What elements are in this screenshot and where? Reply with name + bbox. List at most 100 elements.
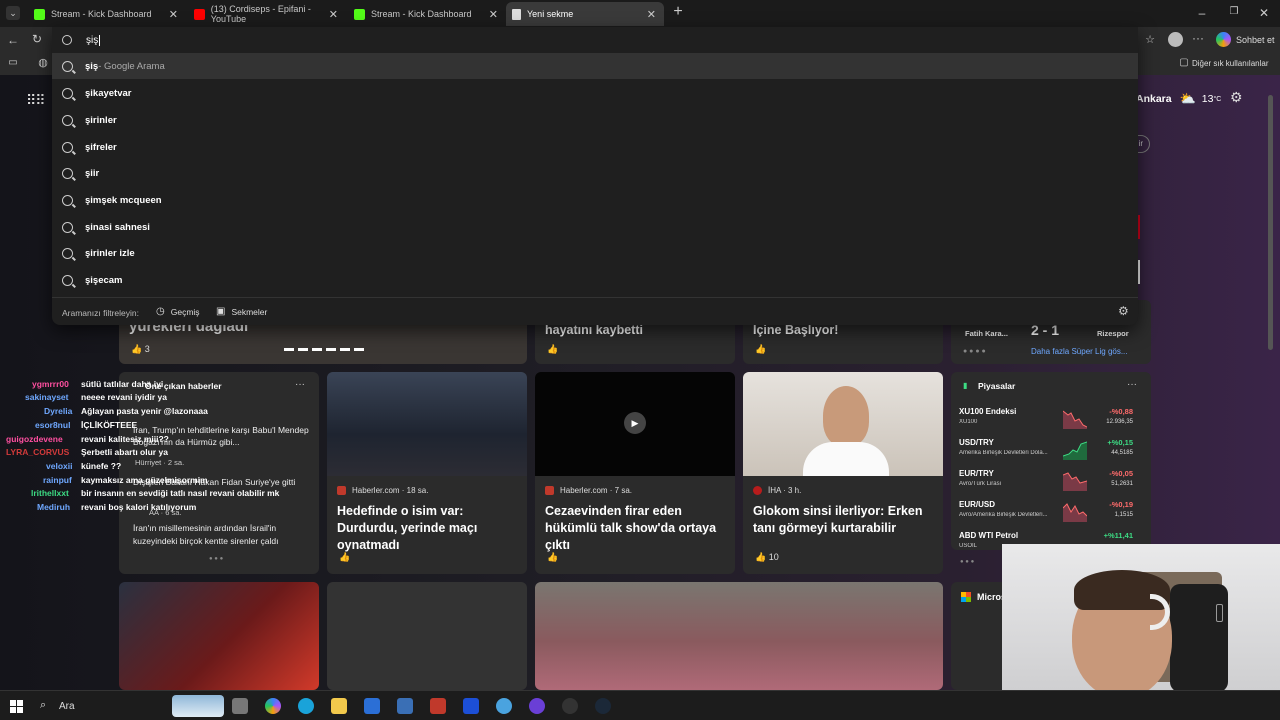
filter-tabs-button[interactable]: ▣ Sekmeler	[216, 306, 267, 317]
omnibox-input[interactable]: şiş	[62, 27, 101, 53]
copilot-icon[interactable]	[1216, 32, 1231, 47]
apps-grid-icon[interactable]: ⠿⠿	[26, 92, 45, 109]
market-row[interactable]: XU100 Endeksi XU100 -%0,88 12.936,35	[951, 405, 1141, 435]
kick-icon	[34, 8, 45, 20]
meta-icon[interactable]	[463, 698, 479, 714]
minimize-icon[interactable]: –	[1196, 6, 1208, 20]
suggestion-text: şiş	[85, 60, 99, 72]
white-coat-shape	[803, 442, 889, 476]
close-icon[interactable]: ✕	[647, 8, 656, 21]
featured-item-text[interactable]: İran'ın misillemesinin ardından İsrail'i…	[133, 522, 313, 548]
file-explorer-icon[interactable]	[331, 698, 347, 714]
like-button[interactable]: 👍	[547, 344, 558, 355]
search-icon	[62, 114, 73, 126]
news-card[interactable]: Haberler.com · 18 sa. Hedefinde o isim v…	[327, 372, 527, 574]
suggestion-suffix: - Google Arama	[98, 60, 165, 72]
edge-icon[interactable]	[298, 698, 314, 714]
market-row[interactable]: EUR/TRY Avro/Türk Lirası -%0,05 51,2631	[951, 467, 1141, 497]
chat-username: sakinayset	[25, 392, 69, 402]
taskbar-search-label[interactable]: Ara	[59, 701, 75, 712]
outlook-icon[interactable]	[397, 698, 413, 714]
chat-message: revani boş kalori katılıyorum	[81, 502, 197, 512]
markets-card[interactable]: ▮ Piyasalar ··· XU100 Endeksi XU100 -%0,…	[951, 372, 1151, 550]
suggestion-item[interactable]: şirinler izle	[62, 240, 135, 266]
tab-kick-2[interactable]: Stream - Kick Dashboard ✕	[348, 2, 506, 26]
play-icon[interactable]: ▶	[624, 412, 646, 434]
close-icon[interactable]: ✕	[169, 8, 178, 21]
news-card-photo[interactable]	[119, 582, 319, 690]
page-settings-gear-icon[interactable]: ⚙	[1230, 89, 1243, 106]
more-super-lig-link[interactable]: Daha fazla Süper Lig gös...	[1031, 347, 1128, 356]
news-card[interactable]: İHA · 3 h. Glokom sinsi ilerliyor: Erken…	[743, 372, 943, 574]
obs-icon[interactable]	[562, 698, 578, 714]
market-value: 1,1515	[1114, 512, 1133, 518]
tab-new-tab[interactable]: Yeni sekme ✕	[506, 2, 664, 26]
settings-gear-icon[interactable]: ⚙	[1118, 304, 1129, 318]
tab-youtube[interactable]: (13) Cordiseps - Epifani - YouTube ✕	[188, 2, 346, 26]
suggestion-item[interactable]: şifreler	[62, 134, 117, 160]
page-scrollbar[interactable]	[1268, 95, 1273, 350]
globe-icon[interactable]: ◍	[36, 56, 50, 69]
team-right: Rizespor	[1097, 329, 1129, 338]
favorites-star-icon[interactable]: ☆	[1143, 33, 1157, 46]
market-row[interactable]: USD/TRY Amerika Birleşik Devletleri Dola…	[951, 436, 1141, 466]
news-title: Cezaevinden firar eden hükümlü talk show…	[545, 504, 717, 552]
tab-actions-chevron-icon[interactable]: ⌄	[6, 6, 20, 20]
refresh-icon[interactable]: ↻	[30, 32, 44, 46]
close-icon[interactable]: ✕	[489, 8, 498, 21]
search-icon	[62, 194, 73, 206]
sidebar-toggle-icon[interactable]: ▭	[6, 57, 20, 68]
messenger-icon[interactable]	[529, 698, 545, 714]
other-favorites-link[interactable]: Diğer sık kullanılanlar	[1192, 59, 1268, 68]
suggestion-item[interactable]: şirinler	[62, 107, 117, 133]
more-menu-icon[interactable]: ···	[1191, 31, 1205, 45]
window-close-icon[interactable]: ✕	[1258, 6, 1270, 20]
like-button[interactable]: 👍	[339, 552, 350, 563]
suggestion-item[interactable]: şiir	[62, 160, 99, 186]
haberler-logo-icon	[337, 486, 346, 495]
adobe-icon[interactable]	[430, 698, 446, 714]
sparkline-chart	[1063, 441, 1087, 460]
like-button[interactable]: 👍	[547, 552, 558, 563]
suggestion-item[interactable]: şikayetvar	[62, 80, 131, 106]
steam-icon[interactable]	[595, 698, 611, 714]
store-icon[interactable]	[364, 698, 380, 714]
new-tab-plus-icon[interactable]: +	[670, 4, 686, 20]
chat-message: Şerbetli abartı olur ya	[81, 447, 168, 457]
task-view-icon[interactable]	[232, 698, 248, 714]
maximize-icon[interactable]: ❐	[1228, 6, 1240, 17]
news-source: Haberler.com · 7 sa.	[545, 486, 632, 495]
market-row[interactable]: EUR/USD Avro/Amerika Birleşik Devletleri…	[951, 498, 1141, 528]
windows-start-icon[interactable]	[10, 700, 23, 713]
suggestion-item[interactable]: şimşek mcqueen	[62, 187, 162, 213]
more-options-icon[interactable]: ···	[295, 379, 305, 390]
news-card[interactable]: ▶ Haberler.com · 7 sa. Cezaevinden firar…	[535, 372, 735, 574]
like-button[interactable]: 👍 3	[131, 344, 150, 355]
suggestion-item[interactable]: şinasi sahnesi	[62, 214, 150, 240]
chat-message: Ağlayan pasta yenir @lazonaaa	[81, 406, 208, 416]
app-icon[interactable]	[496, 698, 512, 714]
microsoft-logo-icon	[961, 592, 971, 602]
like-count: 3	[144, 344, 150, 354]
like-button[interactable]: 👍 10	[755, 552, 779, 563]
news-source: İHA · 3 h.	[753, 486, 801, 495]
taskbar-search-icon[interactable]: ⌕	[40, 699, 46, 712]
filter-history-button[interactable]: ◷ Geçmiş	[156, 306, 200, 317]
back-arrow-icon[interactable]: ←	[6, 33, 20, 47]
close-icon[interactable]: ✕	[329, 8, 338, 21]
featured-news-card[interactable]: Öne çıkan haberler ··· İran, Trump'ın te…	[119, 372, 319, 574]
suggestion-item[interactable]: şişecam	[62, 267, 123, 293]
news-card-placeholder[interactable]	[327, 582, 527, 690]
market-name: ABD WTI Petrol	[959, 531, 1019, 540]
like-button[interactable]: 👍	[755, 344, 766, 355]
copilot-taskbar-icon[interactable]	[265, 698, 281, 714]
tab-kick-1[interactable]: Stream - Kick Dashboard ✕	[28, 2, 186, 26]
profile-avatar[interactable]	[1168, 32, 1183, 47]
more-options-icon[interactable]: ···	[1127, 379, 1137, 390]
copilot-label[interactable]: Sohbet et	[1236, 35, 1275, 45]
sparkline-chart	[1063, 472, 1087, 491]
news-card-photo-wide[interactable]	[535, 582, 943, 690]
suggestion-google-search[interactable]: şiş - Google Arama	[52, 53, 1138, 79]
market-change: -%0,19	[1109, 500, 1133, 509]
weather-widget[interactable]: Ankara ⛅ 13 °C	[1136, 91, 1221, 107]
